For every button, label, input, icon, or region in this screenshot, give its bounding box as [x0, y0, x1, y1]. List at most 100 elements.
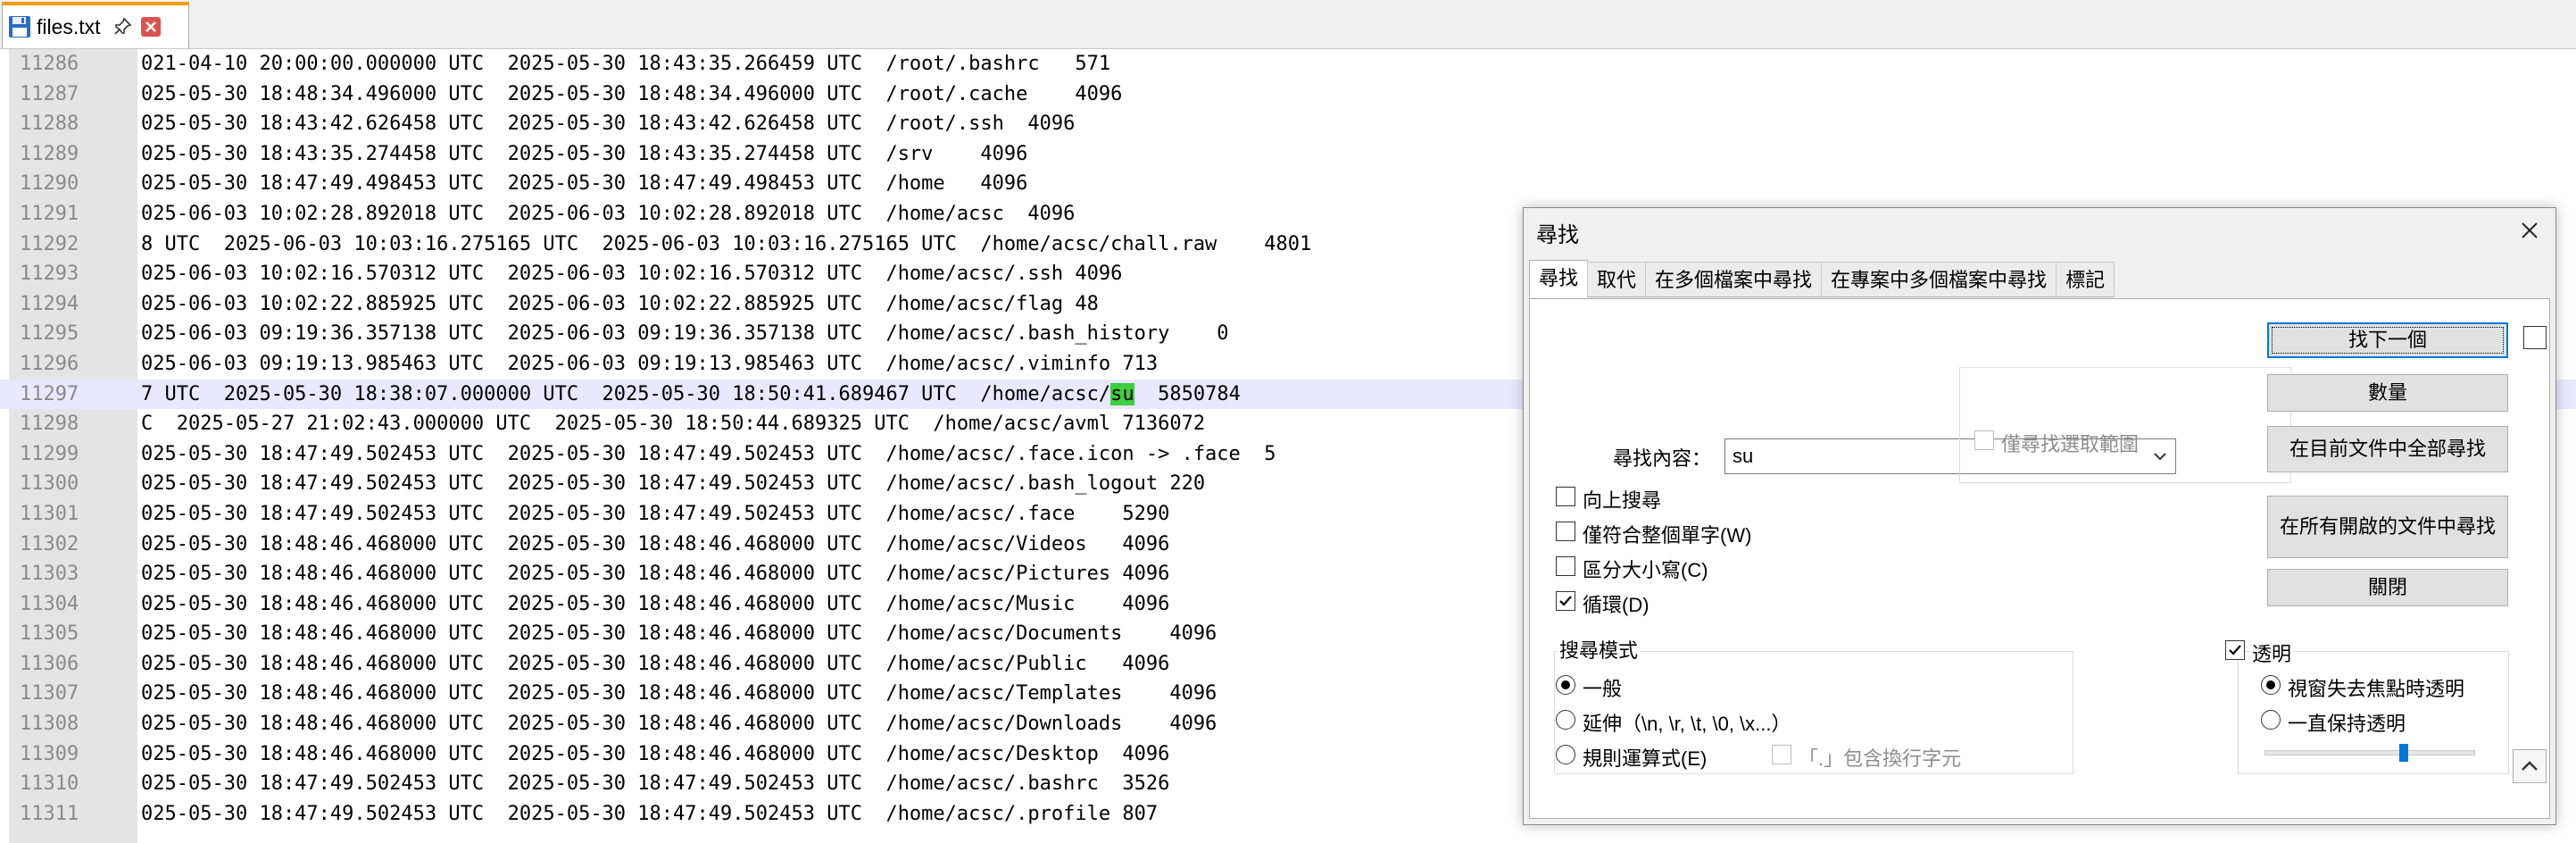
- line-text-after-match: 5850784: [1134, 382, 1241, 405]
- dot-matches-newline-checkbox[interactable]: [1772, 745, 1791, 764]
- line-number: 11300: [20, 472, 79, 496]
- line-text: 025-05-30 18:48:46.468000 UTC 2025-05-30…: [141, 592, 1170, 615]
- line-number: 11286: [20, 53, 79, 75]
- selection-group: [1959, 367, 2291, 483]
- wrap-around-checkbox[interactable]: [1556, 591, 1575, 611]
- line-number: 11292: [20, 232, 79, 255]
- line-number: 11288: [20, 113, 79, 136]
- tab-mark[interactable]: 標記: [2056, 262, 2115, 297]
- pin-icon[interactable]: [112, 16, 133, 38]
- line-text: 025-05-30 18:47:49.502453 UTC 2025-05-30…: [141, 472, 1206, 496]
- tab-replace[interactable]: 取代: [1587, 262, 1647, 297]
- line-number: 11303: [20, 563, 79, 586]
- find-all-current-button[interactable]: 在目前文件中全部尋找: [2267, 426, 2508, 472]
- line-text: 025-06-03 09:19:36.357138 UTC 2025-06-03…: [141, 322, 1229, 346]
- line-number: 11295: [20, 322, 79, 346]
- whole-word-checkbox[interactable]: [1556, 522, 1575, 541]
- editor-line[interactable]: 11290 025-05-30 18:47:49.498453 UTC 2025-…: [0, 169, 2576, 199]
- line-number: 11296: [20, 352, 79, 375]
- search-match-highlight: su: [1110, 382, 1134, 405]
- line-number: 11291: [20, 202, 79, 225]
- transparency-always-label: 一直保持透明: [2288, 713, 2406, 735]
- line-number: 11304: [20, 592, 79, 615]
- tab-files-txt[interactable]: files.txt: [2, 2, 189, 48]
- dialog-tabs: 尋找 取代 在多個檔案中尋找 在專案中多個檔案中尋找 標記: [1529, 260, 2115, 299]
- close-button[interactable]: 關閉: [2267, 569, 2508, 606]
- line-text: 025-06-03 09:19:13.985463 UTC 2025-06-03…: [141, 352, 1159, 375]
- transparency-title: 透明: [2250, 639, 2294, 667]
- line-text: 025-05-30 18:43:42.626458 UTC 2025-05-30…: [141, 113, 1076, 136]
- line-text: 7 UTC 2025-05-30 18:38:07.000000 UTC 202…: [141, 380, 1241, 410]
- line-text: 025-05-30 18:48:46.468000 UTC 2025-05-30…: [141, 713, 1217, 736]
- tab-find-in-project[interactable]: 在專案中多個檔案中尋找: [1821, 262, 2057, 297]
- transparency-on-lose-focus-radio[interactable]: [2261, 675, 2281, 695]
- line-number: 11310: [20, 772, 79, 796]
- count-button[interactable]: 數量: [2267, 374, 2508, 412]
- mode-extended-radio[interactable]: [1556, 710, 1575, 730]
- line-number: 11301: [20, 502, 79, 525]
- line-text: 025-05-30 18:47:49.498453 UTC 2025-05-30…: [141, 172, 1028, 196]
- dot-matches-newline-label: 「.」包含換行字元: [1799, 747, 1962, 770]
- whole-word-label: 僅符合整個單字(W): [1583, 524, 1752, 547]
- find-next-button[interactable]: 找下一個: [2267, 322, 2508, 358]
- in-selection-label: 僅尋找選取範圍: [2001, 433, 2140, 455]
- collapse-dialog-button[interactable]: [2513, 749, 2547, 783]
- transparency-slider-track[interactable]: [2264, 750, 2475, 755]
- line-text: 025-05-30 18:48:34.496000 UTC 2025-05-30…: [141, 82, 1123, 105]
- editor-line[interactable]: 11289 025-05-30 18:43:35.274458 UTC 2025-…: [0, 139, 2576, 170]
- tab-label: files.txt: [37, 14, 101, 38]
- line-text: 025-05-30 18:47:49.502453 UTC 2025-05-30…: [141, 502, 1170, 525]
- transparency-slider-thumb[interactable]: [2398, 744, 2408, 762]
- tab-find[interactable]: 尋找: [1529, 260, 1589, 297]
- line-number: 11302: [20, 532, 79, 555]
- tab-find-in-files[interactable]: 在多個檔案中尋找: [1645, 262, 1823, 297]
- editor-line[interactable]: 11287 025-05-30 18:48:34.496000 UTC 2025-…: [0, 79, 2576, 110]
- line-text: 025-05-30 18:47:49.502453 UTC 2025-05-30…: [141, 802, 1159, 825]
- mode-regex-radio[interactable]: [1556, 745, 1575, 764]
- transparency-checkbox[interactable]: [2225, 640, 2245, 660]
- line-text: C 2025-05-27 21:02:43.000000 UTC 2025-05…: [141, 413, 1206, 436]
- line-text: 025-06-03 10:02:28.892018 UTC 2025-06-03…: [141, 202, 1076, 225]
- line-text: 025-05-30 18:48:46.468000 UTC 2025-05-30…: [141, 563, 1170, 586]
- mode-extended-label: 延伸（\n, \r, \t, \0, \x...）: [1583, 713, 1791, 735]
- search-mode-title: 搜尋模式: [1558, 635, 1641, 664]
- line-number: 11306: [20, 652, 79, 675]
- tab-bar: files.txt: [0, 0, 2576, 49]
- line-text: 021-04-10 20:00:00.000000 UTC 2025-05-30…: [141, 53, 1111, 75]
- line-text: 025-05-30 18:48:46.468000 UTC 2025-05-30…: [141, 682, 1217, 705]
- line-number: 11307: [20, 682, 79, 705]
- dialog-title: 尋找: [1536, 223, 1579, 247]
- mode-normal-radio[interactable]: [1556, 675, 1575, 695]
- match-case-checkbox[interactable]: [1556, 556, 1575, 576]
- mode-regex-label: 規則運算式(E): [1583, 747, 1708, 770]
- find-dialog: 尋找 尋找 取代 在多個檔案中尋找 在專案中多個檔案中尋找 標記 尋找內容： s…: [1523, 207, 2556, 825]
- line-number: 11293: [20, 263, 79, 286]
- line-text: 025-05-30 18:48:46.468000 UTC 2025-05-30…: [141, 742, 1170, 765]
- find-what-label: 尋找內容：: [1613, 447, 1712, 470]
- line-text: 025-06-03 10:02:16.570312 UTC 2025-06-03…: [141, 263, 1123, 286]
- line-text: 025-05-30 18:48:46.468000 UTC 2025-05-30…: [141, 652, 1170, 675]
- match-case-label: 區分大小寫(C): [1583, 559, 1708, 581]
- backward-checkbox[interactable]: [1556, 487, 1575, 506]
- line-text: 8 UTC 2025-06-03 10:03:16.275165 UTC 202…: [141, 232, 1312, 255]
- find-what-value: su: [1733, 445, 1754, 467]
- line-number: 11308: [20, 713, 79, 736]
- line-text: 025-06-03 10:02:22.885925 UTC 2025-06-03…: [141, 292, 1099, 315]
- find-all-open-button[interactable]: 在所有開啟的文件中尋找: [2267, 496, 2508, 558]
- line-number: 11298: [20, 413, 79, 436]
- editor-line[interactable]: 11288 025-05-30 18:43:42.626458 UTC 2025-…: [0, 109, 2576, 139]
- checkmark-icon: [2229, 645, 2241, 655]
- checkmark-icon: [1559, 596, 1572, 606]
- editor-line[interactable]: 11286 021-04-10 20:00:00.000000 UTC 2025-…: [0, 49, 2576, 79]
- dialog-close-icon[interactable]: [2516, 217, 2543, 244]
- line-text: 025-05-30 18:48:46.468000 UTC 2025-05-30…: [141, 622, 1217, 646]
- line-text: 025-05-30 18:47:49.502453 UTC 2025-05-30…: [141, 442, 1276, 465]
- in-selection-checkbox[interactable]: [1974, 430, 1994, 450]
- line-number: 11305: [20, 622, 79, 646]
- mode-normal-label: 一般: [1583, 678, 1623, 700]
- line-number: 11287: [20, 82, 79, 105]
- line-number: 11289: [20, 142, 79, 165]
- find-next-option-checkbox[interactable]: [2523, 326, 2547, 349]
- tab-close-icon[interactable]: [140, 16, 162, 38]
- transparency-always-radio[interactable]: [2261, 710, 2281, 730]
